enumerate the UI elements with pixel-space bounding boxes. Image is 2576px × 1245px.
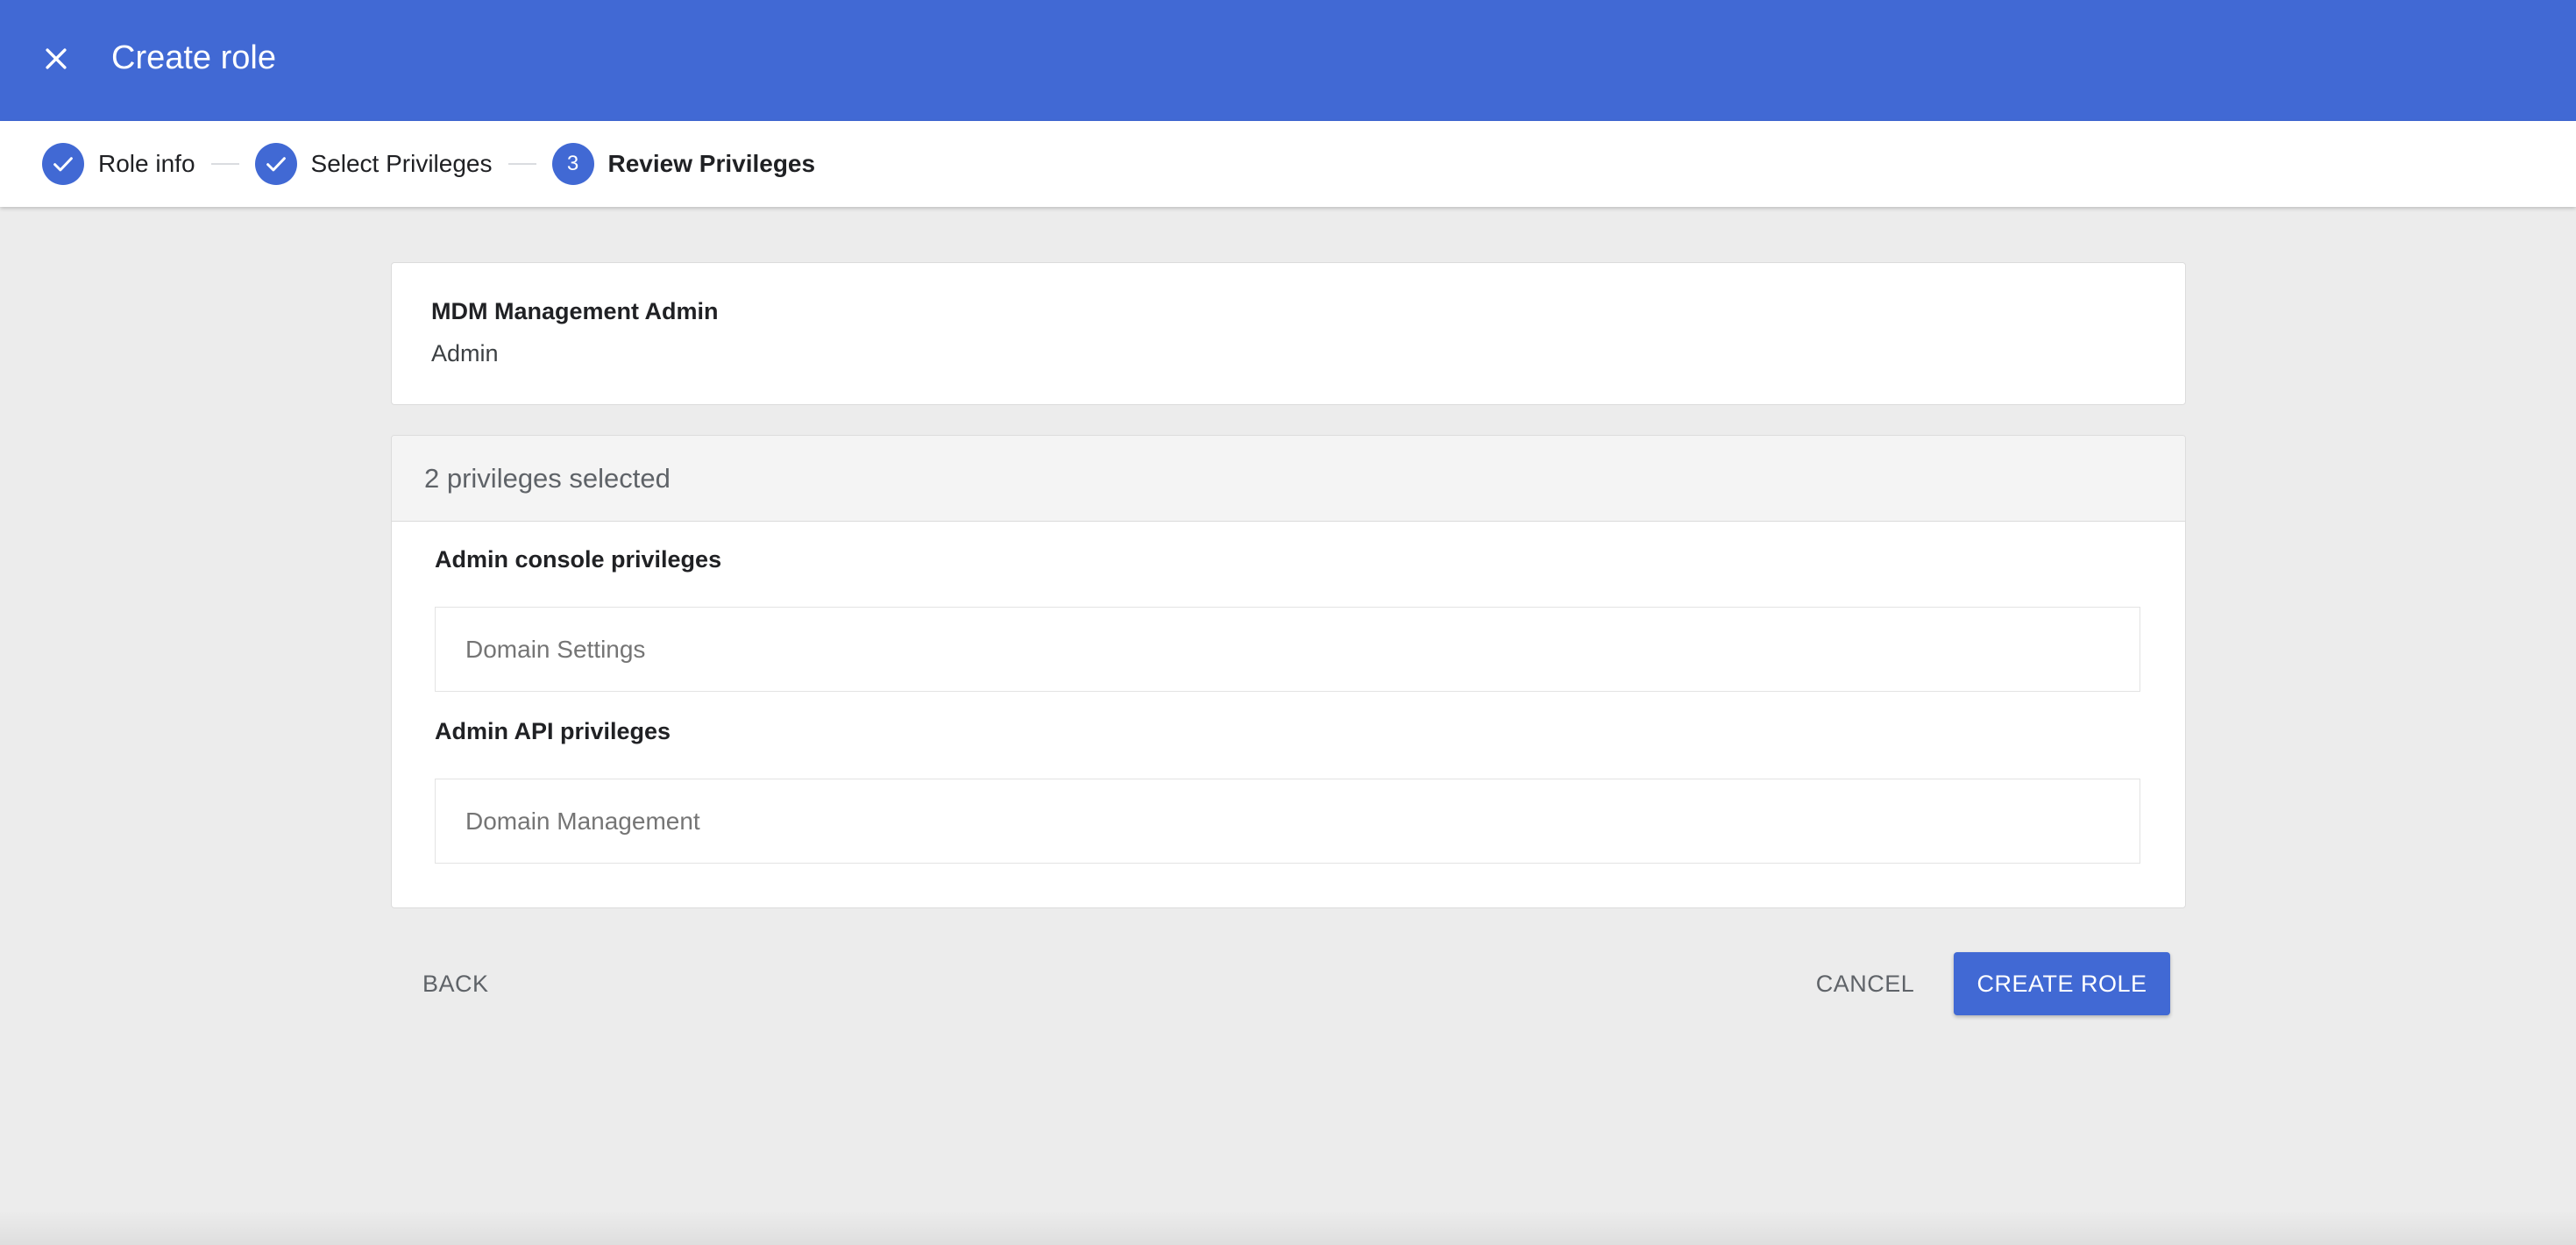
privileges-summary: 2 privileges selected: [392, 436, 2185, 522]
privileges-card: 2 privileges selected Admin console priv…: [391, 435, 2186, 908]
step-select-privileges[interactable]: Select Privileges: [254, 143, 493, 185]
step-divider: [210, 163, 239, 165]
app-header: Create role: [0, 0, 2576, 121]
step-role-info[interactable]: Role info: [42, 143, 195, 185]
create-role-button[interactable]: CREATE ROLE: [1954, 952, 2170, 1015]
role-info-card: MDM Management Admin Admin: [391, 262, 2186, 405]
step-number-indicator: 3: [551, 143, 594, 185]
privilege-item-domain-management: Domain Management: [435, 779, 2140, 864]
step-label: Role info: [98, 150, 195, 177]
step-label: Review Privileges: [607, 150, 816, 177]
role-name: MDM Management Admin: [431, 298, 719, 324]
check-icon: [266, 157, 286, 172]
bottom-shadow: [0, 1210, 2576, 1245]
step-review-privileges[interactable]: 3 Review Privileges: [551, 143, 816, 185]
section-title-admin-api: Admin API privileges: [435, 718, 671, 744]
step-label: Select Privileges: [310, 150, 493, 177]
section-title-admin-console: Admin console privileges: [435, 546, 722, 573]
role-type: Admin: [431, 340, 499, 366]
back-button[interactable]: BACK: [422, 952, 510, 1015]
close-icon: [46, 48, 67, 69]
stepper: Role info Select Privileges 3 Review Pri…: [0, 121, 2576, 207]
close-button[interactable]: [32, 34, 81, 83]
step-completed-indicator: [42, 143, 84, 185]
step-divider: [507, 163, 536, 165]
privilege-item-domain-settings: Domain Settings: [435, 607, 2140, 692]
step-completed-indicator: [254, 143, 297, 185]
check-icon: [53, 157, 73, 172]
page-title: Create role: [111, 39, 276, 76]
cancel-button[interactable]: CANCEL: [1804, 952, 1927, 1015]
